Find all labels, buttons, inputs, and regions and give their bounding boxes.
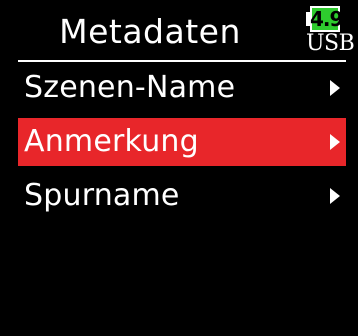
menu-item-label: Szenen-Name [24, 70, 236, 105]
chevron-right-icon [330, 80, 340, 96]
battery-voltage: 4.9 [310, 7, 343, 31]
page-title: Metadaten [59, 12, 241, 51]
title-bar: Metadaten 4.9 USB [0, 0, 358, 62]
menu-item-label: Spurname [24, 178, 180, 213]
chevron-right-icon [330, 134, 340, 150]
menu-item-spurname[interactable]: Spurname [18, 172, 346, 220]
menu-list: Szenen-Name Anmerkung Spurname [18, 64, 346, 226]
title-divider [18, 60, 346, 62]
power-source-label: USB [306, 31, 355, 56]
menu-item-label: Anmerkung [24, 124, 199, 159]
battery-indicator: 4.9 USB [306, 4, 355, 58]
menu-item-szenen-name[interactable]: Szenen-Name [18, 64, 346, 112]
menu-item-anmerkung[interactable]: Anmerkung [18, 118, 346, 166]
screen: Metadaten 4.9 USB Szenen-Name Anmerkung … [0, 0, 358, 336]
chevron-right-icon [330, 188, 340, 204]
